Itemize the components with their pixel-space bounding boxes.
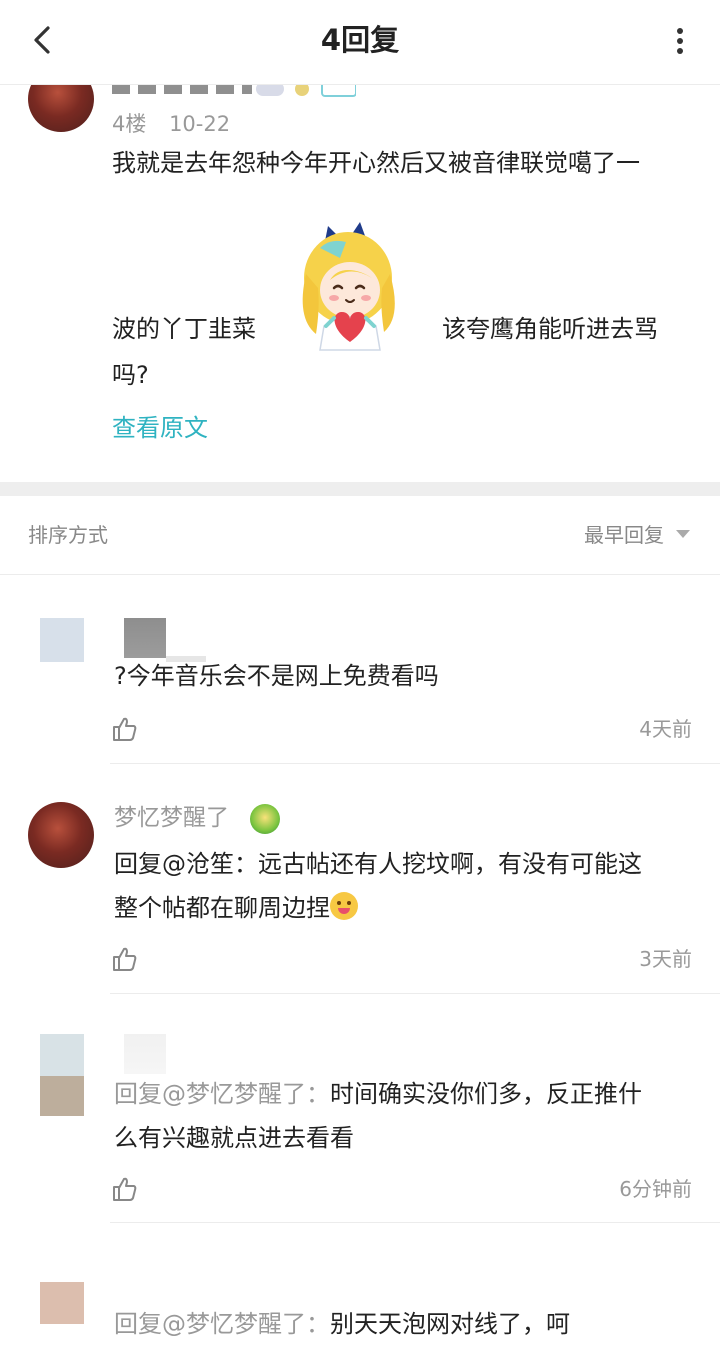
post-text-line-2a: 波的丫丁韭菜 [112, 315, 256, 343]
reply-text-line-2: 整个帖都在聊周边捏 [114, 886, 694, 930]
reply-item: ?今年音乐会不是网上免费看吗 4天前 [0, 576, 720, 764]
section-divider [0, 482, 720, 496]
avatar[interactable] [28, 802, 94, 868]
sort-bar: 排序方式 最早回复 [0, 496, 720, 575]
reply-text: 远古帖还有人挖坟啊，有没有可能这 [258, 850, 642, 878]
post-text-line-1: 我就是去年怨种今年开心然后又被音律联觉噶了一 [112, 149, 640, 177]
user-badge-icon [250, 804, 280, 834]
caret-down-icon[interactable] [676, 530, 690, 538]
reply-prefix[interactable]: 回复@梦忆梦醒了： [114, 1310, 330, 1338]
thumbs-up-icon[interactable] [112, 1176, 138, 1202]
divider [110, 763, 720, 764]
post-text-line-3: 吗? [112, 361, 149, 389]
thumbs-up-icon[interactable] [112, 946, 138, 972]
reply-text-line-1: 回复@沧笙：远古帖还有人挖坟啊，有没有可能这 [114, 842, 694, 886]
reply-prefix[interactable]: 回复@梦忆梦醒了： [114, 1080, 330, 1108]
username-pixelated[interactable] [124, 618, 166, 658]
reply-text: 时间确实没你们多，反正推什 [330, 1080, 642, 1108]
username-pixelated[interactable] [124, 1034, 166, 1074]
page-title: 4回复 [320, 23, 400, 57]
more-vertical-icon[interactable] [670, 24, 690, 58]
sort-dropdown[interactable]: 最早回复 [584, 520, 664, 550]
reply-text: ?今年音乐会不是网上免费看吗 [114, 662, 439, 690]
reply-time: 3天前 [639, 947, 692, 971]
sort-label: 排序方式 [28, 523, 108, 547]
avatar-lower [40, 1076, 84, 1116]
thumbs-up-icon[interactable] [112, 716, 138, 742]
yum-emoji-icon [330, 892, 358, 920]
reply-username[interactable]: 梦忆梦醒了 [114, 802, 229, 834]
top-bar: 4回复 [0, 0, 720, 85]
divider [110, 993, 720, 994]
reply-text: 别天天泡网对线了，呵 [330, 1310, 570, 1338]
reply-text: 整个帖都在聊周边捏 [114, 894, 330, 922]
floor-number: 4楼 [112, 112, 147, 136]
avatar[interactable] [40, 1282, 84, 1324]
divider [110, 1222, 720, 1223]
post-meta: 4楼 10-22 [112, 110, 246, 138]
reply-time: 4天前 [639, 717, 692, 741]
post-date: 10-22 [169, 112, 231, 136]
avatar[interactable] [40, 618, 84, 662]
anime-girl-heart-sticker-icon [302, 222, 395, 351]
reply-prefix[interactable]: 回复@沧笙： [114, 850, 258, 878]
reply-time: 6分钟前 [619, 1177, 692, 1201]
post-text-line-2b: 该夸鹰角能听进去骂 [442, 315, 658, 343]
reply-text-line-2: 么有兴趣就点进去看看 [114, 1124, 354, 1152]
view-original-link[interactable]: 查看原文 [112, 410, 208, 446]
reply-text-line-1: 回复@梦忆梦醒了：别天天泡网对线了，呵 [114, 1302, 694, 1346]
avatar[interactable] [40, 1034, 84, 1076]
reply-text-line-1: 回复@梦忆梦醒了：时间确实没你们多，反正推什 [114, 1072, 694, 1116]
